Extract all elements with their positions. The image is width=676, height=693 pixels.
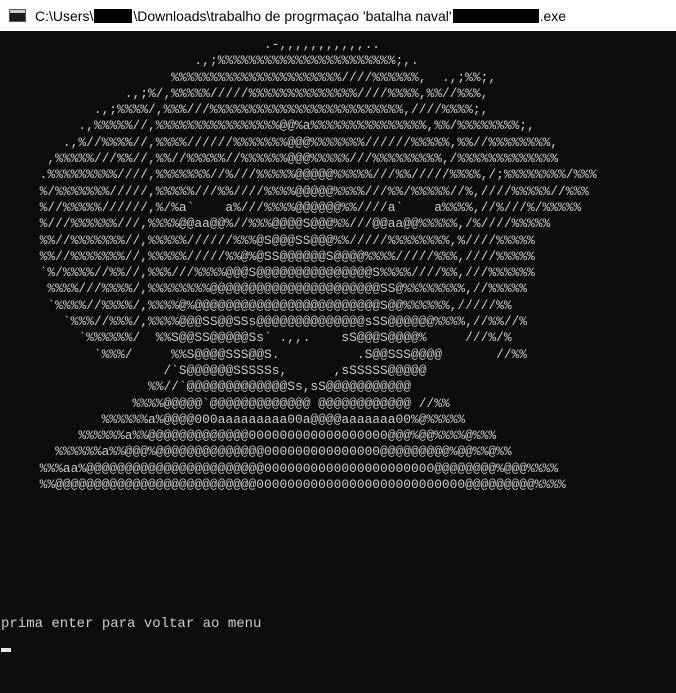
ascii-art-line: %%%aa%@@@@@@@@@@@@@@@@@@@@@@@00000000000… [1, 460, 558, 476]
ascii-art-line: %%//%%%%%%%//,%%%%%//////%%%@S@@@SS@@@%%… [1, 232, 535, 248]
ascii-art-line: .,%//%%%%//,%%%%//////%%%%%%%@@@%%%%%%%/… [1, 134, 558, 150]
ascii-art: .-,,,,,,,,,,,.. .,;%%%%%%%%%%%%%%%%%%%%%… [1, 37, 675, 493]
ascii-art-line: .,%%%%%//,%%%%%%%%%%%%%%%%@@%a%%%%%%%%%%… [1, 118, 535, 134]
ascii-art-line: .,;%/,%%%%%/////%%%%%%%%%%%%%%////%%%%,%… [1, 85, 489, 101]
ascii-art-line: %/%%%%%%%/////,%%%%%///%%////%%%%@@@@@%%… [1, 183, 589, 199]
ascii-art-line: .%%%%%%%%%////,%%%%%%%//%///%%%%%@@@@@%%… [1, 167, 597, 183]
text-cursor[interactable] [1, 648, 11, 652]
ascii-art-line: .-,,,,,,,,,,,.. [1, 37, 381, 52]
ascii-art-line: %%%%///%%%%/,%%%%%%%%@@@@@@@@@@@@@@@@@@@… [1, 281, 528, 297]
title-path-suffix: .exe [539, 7, 567, 24]
ascii-art-line: `%/%%%%//%%//,%%%///%%%%@@@S@@@@@@@@@@@@… [1, 265, 535, 281]
redacted-filename [452, 8, 539, 23]
ascii-art-line: %%//%%%%%%%//,%%%%%/////%%@%@SS@@@@@@S@@… [1, 248, 535, 264]
ascii-art-line: .,;%%%%/,%%%///%%%%%%%%%%%%%%%%%%%%%%%%%… [1, 102, 489, 118]
ascii-art-line: `%%%%%%/ %%S@@SS@@@@@Ss` .,,. sS@@@S@@@@… [1, 330, 512, 346]
console-window: C:\Users\ \Downloads\trabalho de progrmaç… [0, 0, 676, 693]
ascii-art-line: %%@@@@@@@@@@@@@@@@@@@@@@@@@@000000000000… [1, 477, 566, 493]
ascii-art-line: `%%%/ %%S@@@@SSS@@S. .S@@SSS@@@@ //%% [1, 346, 528, 362]
ascii-art-line: %%//`@@@@@@@@@@@@@Ss,sS@@@@@@@@@@@ [1, 379, 411, 395]
ascii-art-line: %%%%%%a%@@@@000aaaaaaaaa00a@@@@aaaaaaa00… [1, 411, 466, 427]
console-prompt-text: prima enter para voltar ao menu [1, 616, 262, 632]
ascii-art-line: %%%%%%a%%@@@@@@@@@@@@@000000000000000000… [1, 428, 497, 444]
ascii-art-line: .,;%%%%%%%%%%%%%%%%%%%%%%%;,. [1, 53, 419, 69]
ascii-art-line: /`S@@@@@@SSSSSs, ,sSSSSS@@@@@ [1, 362, 427, 378]
ascii-art-line: %%%%%%a%%@@@%@@@@@@@@@@@@@@0000000000000… [1, 444, 512, 460]
ascii-art-line: %%%%@@@@@`@@@@@@@@@@@@@ @@@@@@@@@@@@ //%… [1, 395, 450, 411]
ascii-art-line: %///%%%%%%///,%%%%@@aa@@%//%%%@@@@S@@@%%… [1, 216, 551, 232]
ascii-art-line: `%%%//%%%/,%%%%@@@SS@@SSs@@@@@@@@@@@@@@s… [1, 314, 528, 330]
ascii-art-line: ,%%%%%///%%//,%%//%%%%%//%%%%%%@@@%%%%%/… [1, 151, 558, 167]
console-app-icon [9, 9, 26, 22]
title-bar[interactable]: C:\Users\ \Downloads\trabalho de progrmaç… [0, 0, 676, 31]
title-path-middle: \Downloads\trabalho de progrmaçao 'batal… [133, 7, 452, 24]
console-output: .-,,,,,,,,,,,.. .,;%%%%%%%%%%%%%%%%%%%%%… [1, 37, 675, 687]
redacted-username [94, 8, 133, 23]
title-path-prefix: C:\Users\ [35, 7, 94, 24]
ascii-art-line: `%%%%//%%%%/,%%%%@%@@@@@@@@@@@@@@@@@@@@@… [1, 297, 512, 313]
window-title: C:\Users\ \Downloads\trabalho de progrmaç… [35, 8, 566, 24]
ascii-art-line: %//%%%%%//////,%/%a` a%///%%%%@@@@@@%%//… [1, 199, 582, 215]
ascii-art-line: %%%%%%%%%%%%%%%%%%%%%%////%%%%%%, .,;%%;… [1, 69, 497, 85]
